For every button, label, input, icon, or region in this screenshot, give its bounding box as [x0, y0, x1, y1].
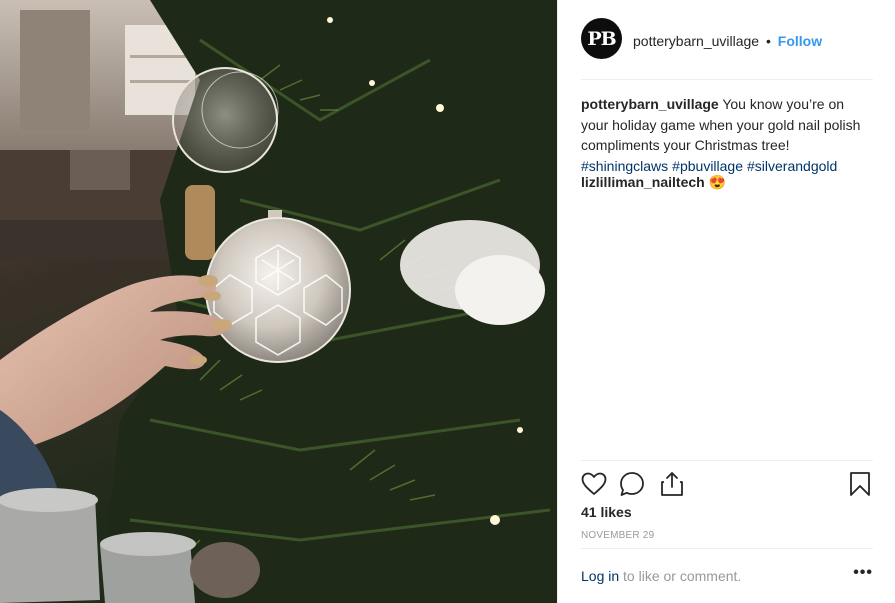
post-details-panel: PB potterybarn_uvillage • Follow pottery… — [557, 0, 895, 603]
login-link[interactable]: Log in — [581, 568, 619, 584]
share-button[interactable] — [658, 470, 686, 498]
photo-illustration — [0, 0, 557, 603]
hashtag-link[interactable]: #silverandgold — [747, 158, 837, 174]
author-username[interactable]: potterybarn_uvillage — [633, 33, 759, 49]
comment-bubble-icon — [620, 472, 644, 496]
likes-count[interactable]: 41 likes — [581, 504, 632, 520]
share-upload-icon — [661, 472, 683, 496]
bookmark-icon — [850, 472, 870, 496]
comment-username[interactable]: lizlilliman_nailtech — [581, 174, 705, 190]
post-header: PB potterybarn_uvillage • Follow — [581, 18, 873, 80]
follow-button[interactable]: Follow — [778, 33, 822, 49]
action-bar — [580, 470, 874, 498]
footer-divider — [581, 548, 873, 549]
login-prompt: Log in to like or comment. ••• — [581, 564, 873, 584]
comment-item: lizlilliman_nailtech 😍 — [581, 172, 726, 192]
post-photo[interactable] — [0, 0, 557, 603]
more-options-button[interactable]: ••• — [853, 564, 873, 582]
post-caption: potterybarn_uvillage You know you’re on … — [581, 94, 873, 176]
separator-dot: • — [765, 33, 771, 49]
caption-username[interactable]: potterybarn_uvillage — [581, 96, 719, 112]
heart-icon — [581, 472, 607, 495]
comment-button[interactable] — [618, 470, 646, 498]
actions-divider — [581, 460, 873, 461]
avatar[interactable]: PB — [581, 18, 622, 59]
comment-text: 😍 — [708, 174, 727, 190]
login-prompt-text: to like or comment. — [619, 568, 742, 584]
post-date[interactable]: NOVEMBER 29 — [581, 530, 654, 541]
header-names: potterybarn_uvillage • Follow — [633, 33, 822, 49]
save-button[interactable] — [846, 470, 874, 498]
like-button[interactable] — [580, 470, 608, 498]
